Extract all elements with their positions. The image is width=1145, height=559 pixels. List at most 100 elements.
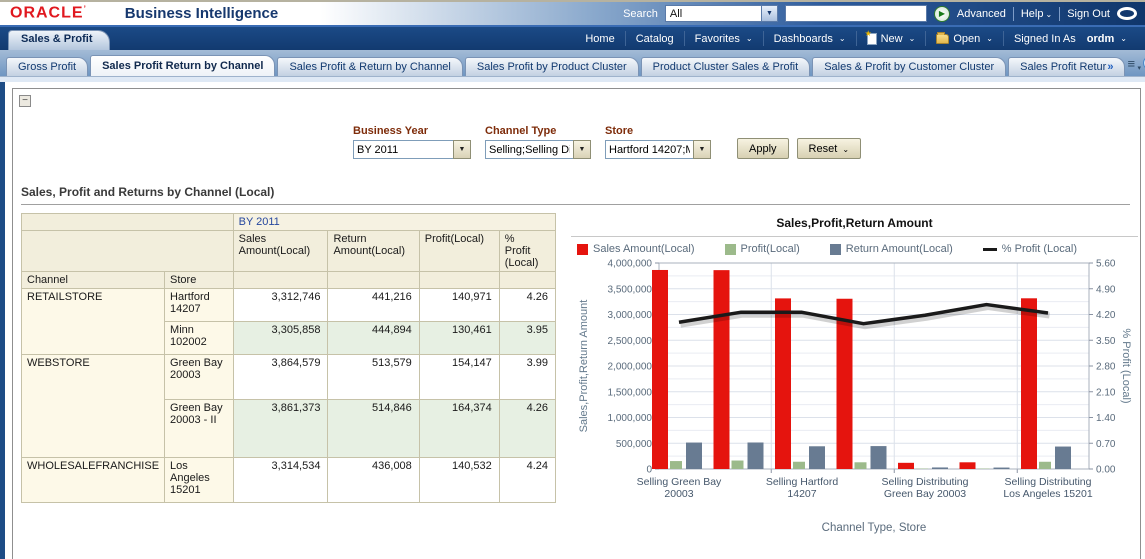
tab-sales-profit-return-by-channel[interactable]: Sales Profit Return by Channel bbox=[90, 55, 275, 76]
chevron-down-icon[interactable]: ▼ bbox=[453, 140, 471, 159]
bar[interactable] bbox=[652, 270, 668, 469]
bar[interactable] bbox=[994, 468, 1010, 469]
bar[interactable] bbox=[714, 270, 730, 469]
prompt-filters: Business Year ▼ Channel Type ▼ Store ▼ bbox=[353, 125, 861, 159]
advanced-link[interactable]: Advanced bbox=[957, 8, 1006, 20]
collapse-section-icon[interactable]: − bbox=[19, 95, 31, 107]
col-header-profit: Profit(Local) bbox=[419, 231, 499, 272]
bar[interactable] bbox=[1039, 462, 1051, 469]
search-input[interactable] bbox=[785, 5, 927, 22]
tab-gross-profit[interactable]: Gross Profit bbox=[6, 57, 88, 76]
row-dim-channel: Channel bbox=[22, 272, 165, 289]
nav-favorites[interactable]: Favorites⌄ bbox=[684, 31, 763, 46]
bar[interactable] bbox=[898, 463, 914, 469]
left-edge-strip bbox=[0, 82, 5, 559]
col-header-return: Return Amount(Local) bbox=[328, 231, 419, 272]
bar[interactable] bbox=[793, 462, 805, 469]
search-label: Search bbox=[623, 8, 658, 20]
separator bbox=[1059, 7, 1060, 21]
table-row: RETAILSTORE Hartford 14207 3,312,746 441… bbox=[22, 289, 556, 322]
bar[interactable] bbox=[855, 462, 867, 469]
page-options-icon[interactable]: ≡ bbox=[1127, 57, 1135, 70]
store-cell: Hartford 14207 bbox=[165, 289, 234, 322]
bar[interactable] bbox=[775, 298, 791, 469]
nav-open[interactable]: Open⌄ bbox=[925, 31, 1003, 46]
bar[interactable] bbox=[670, 461, 682, 469]
bar[interactable] bbox=[960, 462, 976, 469]
section-title: Sales, Profit and Returns by Channel (Lo… bbox=[21, 185, 1130, 205]
sign-out-link[interactable]: Sign Out bbox=[1067, 8, 1110, 20]
chevron-down-icon[interactable]: ▼ bbox=[573, 140, 591, 159]
chart-svg: 0500,0001,000,0001,500,0002,000,0002,500… bbox=[571, 257, 1136, 552]
nav-dashboards[interactable]: Dashboards⌄ bbox=[763, 31, 856, 46]
channel-cell: WHOLESALEFRANCHISE bbox=[22, 458, 165, 503]
chart-legend: Sales Amount(Local) Profit(Local) Return A… bbox=[571, 237, 1138, 257]
tab-product-cluster-sales-profit[interactable]: Product Cluster Sales & Profit bbox=[641, 57, 811, 76]
reset-button[interactable]: Reset ⌄ bbox=[797, 138, 862, 159]
channel-cell: RETAILSTORE bbox=[22, 289, 165, 355]
separator bbox=[1013, 7, 1014, 21]
help-menu[interactable]: Help⌄ bbox=[1021, 8, 1052, 20]
apply-button[interactable]: Apply bbox=[737, 138, 789, 159]
chart-container: Sales,Profit,Return Amount Sales Amount(… bbox=[571, 213, 1138, 559]
x-axis-label: Selling Green Bay20003 bbox=[637, 476, 722, 500]
nav-home[interactable]: Home bbox=[575, 31, 624, 46]
svg-text:3.50: 3.50 bbox=[1096, 336, 1116, 347]
table-row: WHOLESALEFRANCHISE Los Angeles 15201 3,3… bbox=[22, 458, 556, 503]
chevron-down-icon: ⌄ bbox=[746, 34, 753, 43]
nav-new[interactable]: New⌄ bbox=[856, 31, 926, 46]
username: ordm bbox=[1087, 33, 1115, 45]
store-value[interactable] bbox=[605, 140, 693, 159]
x-axis-label: Selling DistributingGreen Bay 20003 bbox=[882, 476, 969, 500]
truncation-icon: » bbox=[1107, 61, 1113, 73]
store-select[interactable]: ▼ bbox=[605, 140, 711, 159]
tab-sales-profit-and-return-by-channel[interactable]: Sales Profit & Return by Channel bbox=[277, 57, 462, 76]
row-dim-store: Store bbox=[165, 272, 234, 289]
bar[interactable] bbox=[1021, 298, 1037, 469]
legend-item: Sales Amount(Local) bbox=[577, 243, 695, 255]
x-axis-title: Channel Type, Store bbox=[822, 522, 927, 534]
svg-text:500,000: 500,000 bbox=[616, 439, 653, 450]
svg-text:1,500,000: 1,500,000 bbox=[608, 387, 653, 398]
bar[interactable] bbox=[686, 443, 702, 469]
business-year-value[interactable] bbox=[353, 140, 453, 159]
store-cell: Green Bay 20003 bbox=[165, 355, 234, 400]
channel-type-select[interactable]: ▼ bbox=[485, 140, 591, 159]
bar[interactable] bbox=[932, 467, 948, 469]
product-title: Business Intelligence bbox=[125, 5, 278, 22]
chevron-down-icon[interactable]: ▼ bbox=[693, 140, 711, 159]
chevron-down-icon[interactable]: ▼ bbox=[761, 5, 778, 22]
legend-swatch bbox=[830, 244, 841, 255]
bar[interactable] bbox=[1055, 447, 1071, 469]
dashboard-tab-sales-profit[interactable]: Sales & Profit bbox=[8, 30, 110, 50]
channel-type-label: Channel Type bbox=[485, 125, 591, 137]
tab-sales-profit-by-customer-cluster[interactable]: Sales & Profit by Customer Cluster bbox=[812, 57, 1006, 76]
global-nav-bar: Sales & Profit Home Catalog Favorites⌄ D… bbox=[0, 27, 1145, 50]
tab-sales-profit-retur-truncated[interactable]: Sales Profit Retur» bbox=[1008, 57, 1125, 76]
legend-item: Return Amount(Local) bbox=[830, 243, 953, 255]
new-document-icon bbox=[867, 33, 877, 45]
svg-text:2,500,000: 2,500,000 bbox=[608, 336, 653, 347]
bar[interactable] bbox=[732, 461, 744, 469]
bar[interactable] bbox=[871, 446, 887, 469]
nav-catalog[interactable]: Catalog bbox=[625, 31, 684, 46]
bar[interactable] bbox=[748, 442, 764, 469]
business-year-select[interactable]: ▼ bbox=[353, 140, 471, 159]
tab-sales-profit-by-product-cluster[interactable]: Sales Profit by Product Cluster bbox=[465, 57, 639, 76]
table-row: WEBSTORE Green Bay 20003 3,864,579 513,5… bbox=[22, 355, 556, 400]
legend-item: Profit(Local) bbox=[725, 243, 800, 255]
x-axis-label: Selling Hartford14207 bbox=[766, 476, 839, 500]
channel-type-value[interactable] bbox=[485, 140, 573, 159]
legend-swatch bbox=[725, 244, 736, 255]
svg-text:2,000,000: 2,000,000 bbox=[608, 362, 653, 373]
svg-text:0: 0 bbox=[646, 465, 652, 476]
search-go-button[interactable]: ▶ bbox=[934, 6, 950, 22]
bar[interactable] bbox=[809, 446, 825, 469]
signed-in-user[interactable]: Signed In As ordm⌄ bbox=[1003, 31, 1137, 46]
search-scope-select[interactable]: All ▼ bbox=[665, 5, 778, 22]
search-scope-value: All bbox=[665, 5, 761, 22]
y-axis-title-left: Sales,Profit,Return Amount bbox=[578, 300, 590, 433]
legend-swatch bbox=[577, 244, 588, 255]
legend-line-swatch bbox=[983, 248, 997, 251]
svg-text:1.40: 1.40 bbox=[1096, 413, 1116, 424]
